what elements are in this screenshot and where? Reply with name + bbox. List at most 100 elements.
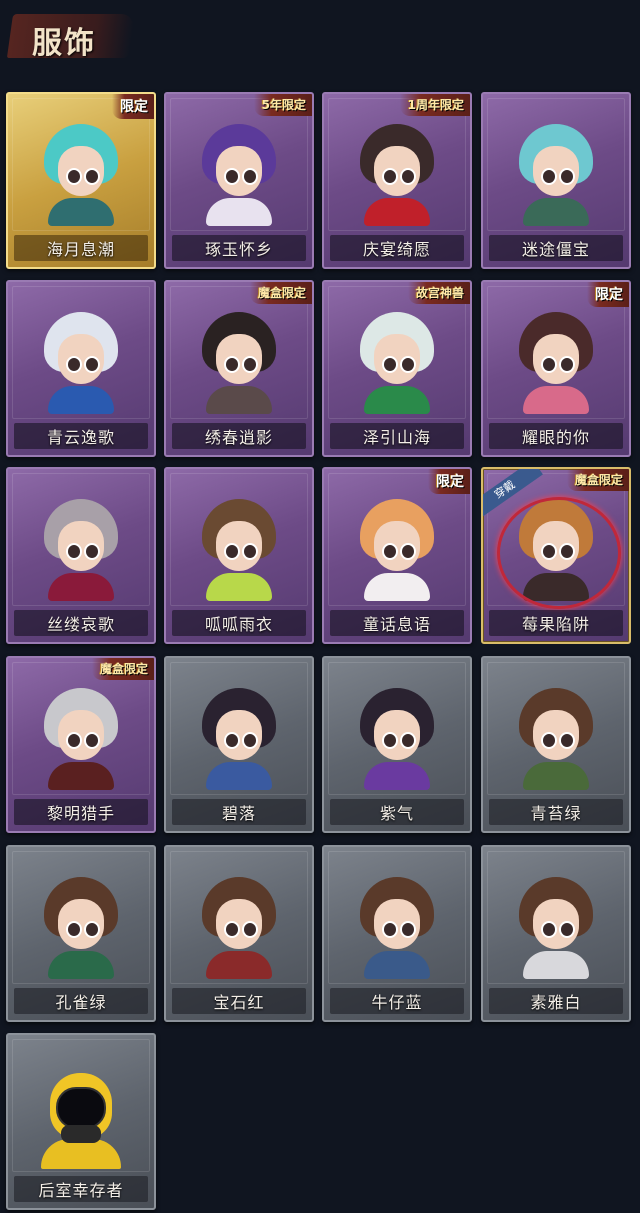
portrait-eye xyxy=(400,732,416,749)
portrait-eye xyxy=(84,732,100,749)
outfit-card[interactable]: 迷途僵宝 xyxy=(481,92,631,269)
portrait-eye xyxy=(224,168,240,185)
outfit-card[interactable]: 青云逸歌 xyxy=(6,280,156,457)
outfit-card[interactable]: 限定耀眼的你 xyxy=(481,280,631,457)
limited-badge: 限定 xyxy=(587,282,629,307)
outfit-card[interactable]: 碧落 xyxy=(164,656,314,833)
portrait-eye xyxy=(242,921,258,938)
portrait-eye xyxy=(84,356,100,373)
portrait-outfit xyxy=(206,386,272,414)
limited-badge: 5年限定 xyxy=(253,94,312,116)
portrait-eye xyxy=(84,543,100,560)
outfit-name: 海月息潮 xyxy=(46,240,115,259)
outfit-name: 青云逸歌 xyxy=(46,428,115,447)
character-portrait xyxy=(202,499,276,601)
outfit-card[interactable]: 宝石红 xyxy=(164,845,314,1022)
outfit-name: 牛仔蓝 xyxy=(371,993,423,1012)
outfit-card[interactable]: 限定 海月息潮 xyxy=(6,92,156,269)
character-portrait xyxy=(44,877,118,979)
outfit-card[interactable]: 穿戴 魔盒限定 莓果陷阱 xyxy=(481,467,631,644)
outfit-label-bar: 黎明猎手 xyxy=(14,799,148,825)
limited-badge: 1周年限定 xyxy=(399,94,470,116)
character-portrait xyxy=(360,688,434,790)
portrait-eye xyxy=(66,921,82,938)
portrait-eye xyxy=(541,168,557,185)
outfit-card[interactable]: 5年限定琢玉怀乡 xyxy=(164,92,314,269)
character-portrait xyxy=(360,877,434,979)
portrait-eye xyxy=(66,543,82,560)
outfit-card[interactable]: 限定童话息语 xyxy=(322,467,472,644)
outfit-name: 绣春逍影 xyxy=(204,428,273,447)
portrait-outfit xyxy=(206,951,272,979)
portrait-eye xyxy=(242,543,258,560)
portrait-eye xyxy=(224,732,240,749)
character-portrait xyxy=(202,312,276,414)
outfit-card[interactable]: 素雅白 xyxy=(481,845,631,1022)
portrait-outfit xyxy=(206,762,272,790)
outfit-card[interactable]: 1周年限定庆宴绮愿 xyxy=(322,92,472,269)
hazmat-visor xyxy=(56,1087,106,1129)
outfit-label-bar: 庆宴绮愿 xyxy=(330,235,464,261)
portrait-outfit xyxy=(523,762,589,790)
outfit-card[interactable]: 呱呱雨衣 xyxy=(164,467,314,644)
outfit-label-bar: 后室幸存者 xyxy=(14,1176,148,1202)
portrait-eye xyxy=(382,543,398,560)
portrait-eye xyxy=(66,356,82,373)
outfit-name: 莓果陷阱 xyxy=(521,615,590,634)
outfit-name: 黎明猎手 xyxy=(46,804,115,823)
outfit-card[interactable]: 魔盒限定黎明猎手 xyxy=(6,656,156,833)
portrait-outfit xyxy=(364,198,430,226)
portrait-eye xyxy=(224,921,240,938)
outfit-label-bar: 海月息潮 xyxy=(14,235,148,261)
outfit-card[interactable]: 魔盒限定 绣春逍影 xyxy=(164,280,314,457)
outfit-name: 呱呱雨衣 xyxy=(204,615,273,634)
outfit-card[interactable]: 故宫神兽 泽引山海 xyxy=(322,280,472,457)
character-portrait xyxy=(44,499,118,601)
outfit-label-bar: 童话息语 xyxy=(330,610,464,636)
portrait-outfit xyxy=(364,573,430,601)
limited-badge: 限定 xyxy=(428,469,470,494)
portrait-outfit xyxy=(364,951,430,979)
outfit-card[interactable]: 紫气 xyxy=(322,656,472,833)
outfit-name: 泽引山海 xyxy=(362,428,431,447)
character-portrait xyxy=(519,688,593,790)
outfit-name: 琢玉怀乡 xyxy=(204,240,273,259)
outfit-name: 后室幸存者 xyxy=(38,1181,124,1200)
character-portrait xyxy=(202,124,276,226)
outfit-label-bar: 绣春逍影 xyxy=(172,423,306,449)
outfit-card[interactable]: 牛仔蓝 xyxy=(322,845,472,1022)
outfit-label-bar: 孔雀绿 xyxy=(14,988,148,1014)
portrait-eye xyxy=(242,356,258,373)
portrait-eye xyxy=(66,168,82,185)
portrait-outfit xyxy=(364,762,430,790)
character-portrait xyxy=(44,124,118,226)
limited-badge: 魔盒限定 xyxy=(566,469,629,491)
portrait-outfit xyxy=(48,198,114,226)
limited-badge: 魔盒限定 xyxy=(91,658,154,680)
portrait-eye xyxy=(224,356,240,373)
hazmat-gas-mask xyxy=(61,1125,101,1143)
portrait-outfit xyxy=(48,951,114,979)
outfit-card[interactable]: 后室幸存者 xyxy=(6,1033,156,1210)
outfit-label-bar: 呱呱雨衣 xyxy=(172,610,306,636)
portrait-eye xyxy=(541,921,557,938)
outfit-label-bar: 琢玉怀乡 xyxy=(172,235,306,261)
outfit-label-bar: 泽引山海 xyxy=(330,423,464,449)
portrait-outfit xyxy=(48,762,114,790)
portrait-eye xyxy=(541,356,557,373)
outfit-name: 庆宴绮愿 xyxy=(362,240,431,259)
character-portrait xyxy=(202,688,276,790)
character-portrait xyxy=(519,877,593,979)
outfit-name: 宝石红 xyxy=(213,993,265,1012)
outfit-card[interactable]: 孔雀绿 xyxy=(6,845,156,1022)
outfit-card[interactable]: 青苔绿 xyxy=(481,656,631,833)
outfit-label-bar: 紫气 xyxy=(330,799,464,825)
outfit-label-bar: 青苔绿 xyxy=(489,799,623,825)
character-portrait xyxy=(360,124,434,226)
portrait-outfit xyxy=(523,198,589,226)
outfit-name: 耀眼的你 xyxy=(521,428,590,447)
outfit-name: 素雅白 xyxy=(530,993,582,1012)
outfit-card[interactable]: 丝缕哀歌 xyxy=(6,467,156,644)
portrait-eye xyxy=(382,168,398,185)
portrait-eye xyxy=(242,168,258,185)
